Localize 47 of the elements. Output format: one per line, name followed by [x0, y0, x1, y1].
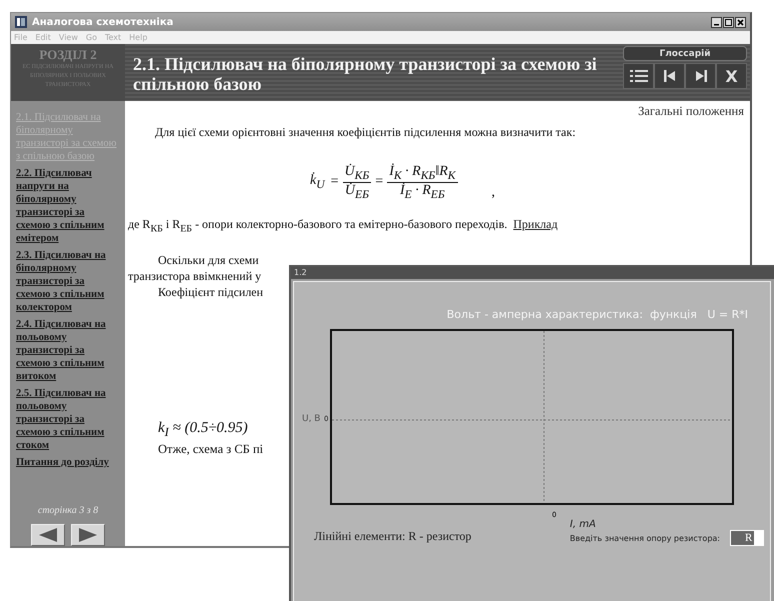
contents-button[interactable]	[623, 63, 654, 89]
section-label: Загальні положення	[638, 104, 744, 119]
conclusion-text: Отже, схема з СБ пі	[158, 442, 264, 457]
fraction: U̇$_{КБ}$ U̇$_{ЕБ}$	[342, 164, 372, 201]
next-button[interactable]	[71, 524, 105, 546]
app-icon	[15, 16, 27, 28]
resistance-input[interactable]: R	[730, 530, 764, 546]
page-counter: сторінка 3 з 8	[38, 505, 98, 516]
glossary-button[interactable]: Глоссарій	[623, 46, 747, 61]
gain-formula: k$_{I}$ ≈ (0.5÷0.95)	[158, 420, 248, 440]
sidebar-link[interactable]: 2.3. Підсилювач на біполярному транзисторі за схемою з спільним колектором	[16, 249, 121, 314]
equals-sign: =	[375, 174, 384, 190]
skip-back-icon	[662, 69, 676, 83]
list-icon	[630, 69, 648, 83]
back-button[interactable]	[654, 63, 685, 89]
resistance-prompt: Введіть значення опору резистора:	[570, 534, 720, 542]
exit-button[interactable]: X	[716, 63, 747, 89]
chart-title: Вольт - амперна характеристика: функція U = R*I	[446, 308, 748, 321]
formula-term: k̇$_{U}$	[309, 173, 326, 192]
equals-sign: =	[330, 174, 339, 190]
sidebar-link[interactable]: 2.4. Підсилювач на польовому транзисторі за схемою з спільним витоком	[16, 318, 121, 383]
forward-button[interactable]	[685, 63, 716, 89]
maximize-icon[interactable]	[723, 16, 734, 28]
right-triangle-icon	[77, 527, 99, 543]
body-text: транзистора ввімкнений у	[128, 268, 262, 284]
window-title: 1.2	[294, 268, 307, 277]
section-title: РОЗДІЛ 2	[39, 47, 97, 63]
element-label: Лінійні елементи: R - резистор	[314, 529, 472, 544]
body-text: Коефіцієнт підсилен	[158, 284, 264, 300]
previous-button[interactable]	[31, 524, 65, 546]
close-icon[interactable]	[735, 16, 746, 28]
body-text: Оскільки для схеми	[158, 252, 259, 268]
axis-label: I, mA	[570, 519, 596, 530]
definition-text: де R$_{КБ}$ і R$_{ЕБ}$ - опори колекторно-базового та емітерно-базового переходів.	[128, 216, 508, 234]
page-title: 2.1. Підсилювач на біполярному транзисторі за схемою зі спільною базою	[133, 53, 598, 96]
sidebar-link[interactable]: Питання до розділу	[16, 456, 121, 469]
sidebar-link[interactable]: 2.2. Підсилювач напруги на біполярному транзисторі за схемою з спільним емітером	[16, 167, 121, 245]
intro-text: Для цієї схеми орієнтовні значення коефіцієнтів підсилення можна визначити так:	[155, 125, 577, 140]
left-triangle-icon	[37, 527, 59, 543]
axis-label: U, B	[302, 414, 322, 424]
example-link[interactable]: Приклад	[513, 216, 558, 234]
skip-forward-icon	[694, 69, 708, 83]
formula-comma: ,	[492, 184, 496, 201]
sidebar-link[interactable]: 2.5. Підсилювач на польовому транзисторі за схемою з спільним стоком	[16, 387, 121, 452]
minimize-icon[interactable]	[711, 16, 722, 28]
window-title: Аналогова схемотехніка	[32, 16, 174, 28]
fraction: İ$_{К}$ · R$_{КБ}$‖R$_{К}$ İ$_{Е}$ · R$_{ЕБ}$	[387, 164, 458, 201]
